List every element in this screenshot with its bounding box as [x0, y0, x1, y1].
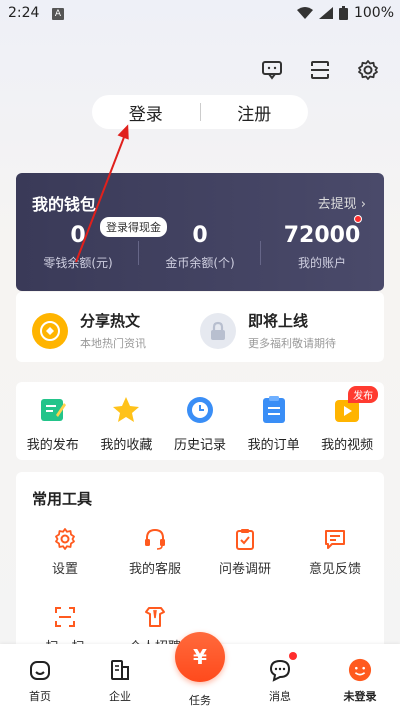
notification-icon: A — [52, 8, 64, 20]
account-value: 72000 — [283, 223, 361, 248]
gear-icon[interactable] — [356, 58, 380, 82]
tool-label: 设置 — [51, 562, 78, 577]
battery-level: 100% — [353, 5, 394, 21]
promo-title: 即将上线 — [248, 312, 309, 330]
lock-icon — [200, 312, 236, 349]
promo-coming[interactable]: 即将上线 更多福利敬请期待 — [200, 310, 336, 351]
publish-badge: 发布 — [348, 386, 379, 403]
promo-share[interactable]: 分享热文 本地热门资讯 — [32, 310, 146, 351]
feedback-icon — [322, 526, 348, 552]
tool-label: 问卷调研 — [218, 562, 271, 577]
recruit-icon — [142, 604, 168, 630]
top-actions — [260, 58, 380, 82]
clock-icon — [184, 394, 216, 426]
quick-favorites[interactable]: 我的收藏 — [91, 394, 161, 460]
tool-label: 我的客服 — [128, 562, 181, 577]
status-time: 2:24 — [8, 5, 40, 21]
quick-label: 我的视频 — [321, 438, 374, 453]
tool-settings[interactable]: 设置 — [20, 526, 110, 577]
scan-icon[interactable] — [308, 58, 332, 82]
quick-label: 历史记录 — [173, 438, 226, 453]
tab-home[interactable]: 首页 — [10, 658, 70, 704]
yen-icon[interactable]: ¥ — [175, 632, 225, 682]
account-label: 我的账户 — [297, 256, 346, 270]
gear-icon — [52, 526, 78, 552]
headset-icon — [142, 526, 168, 552]
notification-dot — [354, 215, 362, 223]
promo-title: 分享热文 — [80, 312, 141, 330]
battery-icon — [338, 6, 348, 20]
tool-survey[interactable]: 问卷调研 — [200, 526, 290, 577]
tab-label: 首页 — [29, 690, 51, 703]
coin-balance-label: 金币余额(个) — [165, 256, 235, 270]
wifi-icon — [296, 7, 313, 19]
message-icon — [268, 658, 292, 682]
tab-task-label[interactable]: 任务 — [175, 692, 225, 708]
tab-label: 消息 — [269, 690, 291, 703]
building-icon — [108, 658, 132, 682]
wallet-title: 我的钱包 — [32, 195, 97, 214]
status-bar: 2:24 A 100% — [0, 0, 400, 28]
coin-icon — [32, 312, 68, 349]
register-button[interactable]: 注册 — [201, 100, 309, 125]
star-icon — [110, 394, 142, 426]
login-button[interactable]: 登录 — [92, 100, 200, 125]
order-icon — [258, 394, 290, 426]
tab-enterprise[interactable]: 企业 — [90, 658, 150, 704]
quick-history[interactable]: 历史记录 — [165, 394, 235, 460]
quick-orders[interactable]: 我的订单 — [239, 394, 309, 460]
coin-balance-value: 0 — [192, 223, 208, 248]
survey-icon — [232, 526, 258, 552]
quick-label: 我的发布 — [26, 438, 79, 453]
quick-label: 我的订单 — [247, 438, 300, 453]
quick-label: 我的收藏 — [100, 438, 153, 453]
customer-service-icon[interactable] — [260, 58, 284, 82]
tools-title: 常用工具 — [32, 490, 93, 508]
scan-icon — [52, 604, 78, 630]
tab-profile[interactable]: 未登录 — [330, 658, 390, 704]
status-indicators: 100% — [296, 5, 394, 21]
wallet-card[interactable]: 我的钱包 去提现 › 登录得现金 0 零钱余额(元) 0 金币余额(个) 720… — [16, 173, 384, 291]
change-balance-label: 零钱余额(元) — [43, 256, 113, 270]
avatar-icon — [348, 658, 372, 682]
tab-label: 未登录 — [343, 690, 377, 703]
tab-label: 企业 — [109, 690, 131, 703]
tab-messages[interactable]: 消息 — [250, 658, 310, 704]
quick-videos[interactable]: 发布 我的视频 — [312, 386, 382, 460]
message-notification-dot — [289, 652, 297, 660]
tool-feedback[interactable]: 意见反馈 — [290, 526, 380, 577]
quick-actions: 我的发布 我的收藏 历史记录 我的订单 发布 我的视频 — [16, 382, 384, 460]
my-account[interactable]: 72000 我的账户 — [272, 223, 372, 271]
tool-customer-service[interactable]: 我的客服 — [110, 526, 200, 577]
edit-icon — [37, 394, 69, 426]
withdraw-link[interactable]: 去提现 › — [318, 193, 366, 212]
divider — [138, 241, 139, 265]
auth-pill: 登录 注册 — [92, 95, 308, 129]
tool-label: 意见反馈 — [308, 562, 361, 577]
change-balance[interactable]: 0 零钱余额(元) — [28, 223, 128, 271]
divider — [260, 241, 261, 265]
quick-my-posts[interactable]: 我的发布 — [18, 394, 88, 460]
promo-subtitle: 更多福利敬请期待 — [248, 337, 336, 350]
promo-card: 分享热文 本地热门资讯 即将上线 更多福利敬请期待 — [16, 292, 384, 362]
change-balance-value: 0 — [70, 223, 86, 248]
home-icon — [28, 658, 52, 682]
promo-subtitle: 本地热门资讯 — [80, 337, 146, 350]
signal-icon — [318, 7, 333, 19]
coin-balance[interactable]: 0 金币余额(个) — [150, 223, 250, 271]
